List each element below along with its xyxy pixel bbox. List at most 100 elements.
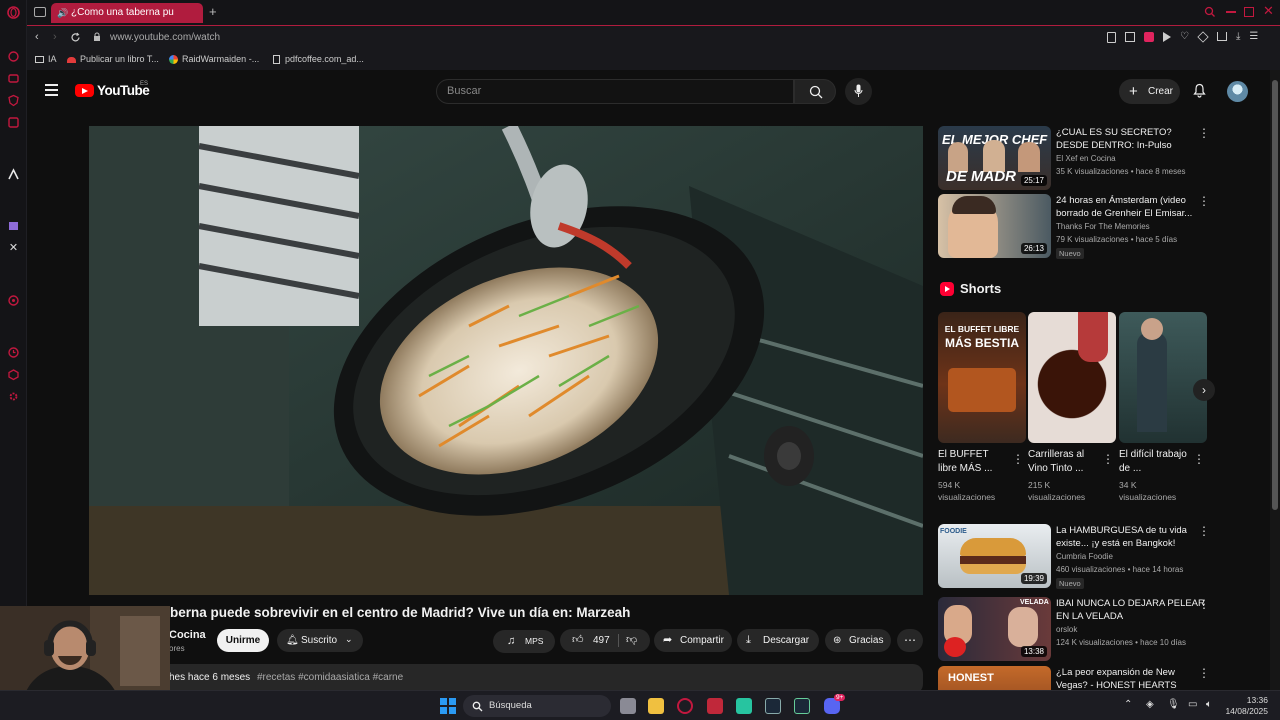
subscribed-button[interactable]: 🔔︎ Suscrito ⌄ <box>277 629 363 652</box>
app-green-icon[interactable] <box>736 698 752 714</box>
video-thumbnail[interactable]: FOODIE 19:39 <box>938 524 1051 588</box>
maximize-icon[interactable] <box>1244 7 1254 17</box>
thanks-button[interactable]: ⊛ Gracias <box>825 629 891 652</box>
video-thumbnail[interactable]: VELADA 13:38 <box>938 597 1051 661</box>
cube-icon[interactable] <box>7 368 20 381</box>
history-icon[interactable] <box>7 50 20 63</box>
search-input[interactable]: Buscar <box>436 79 794 104</box>
shield-icon[interactable] <box>7 94 20 107</box>
short-thumbnail[interactable] <box>1028 312 1116 443</box>
network-icon[interactable]: ▭ <box>1188 699 1197 710</box>
play-icon[interactable] <box>1163 32 1171 42</box>
video-title[interactable]: 24 horas en Ámsterdam (video borrado de … <box>1056 194 1206 220</box>
tray-chevron-up-icon[interactable]: ⌃ <box>1124 699 1132 710</box>
download-icon[interactable]: ⤓ <box>1236 32 1240 44</box>
heart-icon[interactable]: ♡ <box>1180 32 1189 44</box>
short-title[interactable]: El BUFFET libre MÁS ... <box>938 448 1010 476</box>
notifications-bell-icon[interactable] <box>1193 83 1206 98</box>
x-twitter-icon[interactable]: ✕ <box>7 242 20 255</box>
file-explorer-icon[interactable] <box>648 698 664 714</box>
bookmark-publicar[interactable]: Publicar un libro T... <box>67 54 159 64</box>
video-player[interactable] <box>89 126 923 595</box>
channel-name[interactable]: Cumbria Foodie <box>1056 552 1113 561</box>
menu-hamburger-icon[interactable] <box>45 84 58 96</box>
back-arrow-icon[interactable]: ‹ <box>35 31 39 43</box>
like-count[interactable]: 497 <box>593 629 610 652</box>
extensions-icon[interactable] <box>1197 31 1209 43</box>
like-icon[interactable]: 👍︎ <box>572 629 584 652</box>
page-scrollbar[interactable] <box>1270 70 1280 690</box>
description-tags[interactable]: #recetas #comidaasiatica #carne <box>257 672 403 683</box>
opera-logo-icon[interactable] <box>7 6 20 19</box>
clock-icon[interactable] <box>7 346 20 359</box>
channel-name[interactable]: Cocina <box>169 629 206 641</box>
more-options-icon[interactable]: ⋮ <box>1198 597 1210 611</box>
reload-icon[interactable] <box>70 32 81 43</box>
steam-alt-icon[interactable] <box>794 698 810 714</box>
new-tab-plus-icon[interactable]: + <box>209 4 217 19</box>
create-button[interactable]: + Crear <box>1119 79 1180 104</box>
video-title[interactable]: ¿La peor expansión de New Vegas? - HONES… <box>1056 666 1206 690</box>
more-actions-icon[interactable]: ⋯ <box>897 629 923 652</box>
short-item[interactable]: El difícil trabajo de ... 34 K visualiza… <box>1119 312 1207 503</box>
start-windows-icon[interactable] <box>440 698 456 714</box>
short-item[interactable]: Carrilleras al Vino Tinto ... 215 K visu… <box>1028 312 1116 503</box>
shorts-next-chevron-icon[interactable]: › <box>1193 379 1215 401</box>
mps-button[interactable]: ♫ MPS <box>493 630 555 653</box>
short-thumbnail[interactable]: EL BUFFET LIBRE MÁS BESTIA <box>938 312 1026 443</box>
tab-islands-icon[interactable] <box>34 7 46 17</box>
channel-name[interactable]: orslok <box>1056 625 1077 634</box>
download-button[interactable]: ⤓ Descargar <box>737 629 819 652</box>
video-thumbnail[interactable]: 26:13 <box>938 194 1051 258</box>
tab-active[interactable]: 🔊 ¿Como una taberna pu <box>51 3 203 23</box>
microphone-tray-icon[interactable]: 🎙︎ <box>1167 699 1180 710</box>
dislike-icon[interactable]: 👎︎ <box>626 629 637 652</box>
url-field[interactable]: www.youtube.com/watch <box>110 32 220 43</box>
steam-icon[interactable] <box>765 698 781 714</box>
tray-app-icon[interactable]: ◈ <box>1146 699 1154 710</box>
clock-date[interactable]: 14/08/2025 <box>1222 706 1268 716</box>
recommended-video[interactable]: EL MEJOR CHEF DE MADR 25:17 ¿CUAL ES SU … <box>938 126 1228 190</box>
speaker-icon[interactable]: 🔊 <box>57 3 68 23</box>
more-options-icon[interactable]: ⋮ <box>1198 524 1210 538</box>
short-title[interactable]: El difícil trabajo de ... <box>1119 448 1191 476</box>
share-button[interactable]: ➦ Compartir <box>654 629 732 652</box>
clock-time[interactable]: 13:36 <box>1226 695 1268 705</box>
news-icon[interactable] <box>7 116 20 129</box>
more-options-icon[interactable]: ⋮ <box>1102 452 1114 466</box>
video-title[interactable]: ¿CUAL ES SU SECRETO? DESDE DENTRO: In-Pu… <box>1056 126 1206 152</box>
pin-icon[interactable] <box>1107 32 1116 43</box>
channel-name[interactable]: Thanks For The Memories <box>1056 222 1150 231</box>
aria-icon[interactable] <box>7 168 20 181</box>
short-item[interactable]: EL BUFFET LIBRE MÁS BESTIA El BUFFET lib… <box>938 312 1026 503</box>
bookmark-raidwarmaiden[interactable]: RaidWarmaiden -... <box>169 54 259 65</box>
bookmark-pdfcoffee[interactable]: pdfcoffee.com_ad... <box>273 54 364 65</box>
task-view-icon[interactable] <box>620 698 636 714</box>
close-window-icon[interactable]: ✕ <box>1263 3 1274 19</box>
join-button[interactable]: Unirme <box>217 629 269 652</box>
more-options-icon[interactable]: ⋮ <box>1198 126 1210 140</box>
more-options-icon[interactable]: ⋮ <box>1193 452 1205 466</box>
taskbar-search[interactable]: Búsqueda <box>463 695 611 717</box>
shield-blocker-icon[interactable] <box>1144 32 1154 42</box>
recommended-video[interactable]: HONEST ¿La peor expansión de New Vegas? … <box>938 666 1228 690</box>
player-icon[interactable] <box>7 294 20 307</box>
recommended-video[interactable]: FOODIE 19:39 La HAMBURGUESA de tu vida e… <box>938 524 1228 589</box>
forward-arrow-icon[interactable]: › <box>53 31 57 43</box>
more-options-icon[interactable]: ⋮ <box>1198 194 1210 208</box>
twitch-icon[interactable] <box>7 220 20 233</box>
search-tabs-icon[interactable] <box>1204 6 1216 18</box>
description-box[interactable]: hes hace 6 meses #recetas #comidaasiatic… <box>147 664 923 690</box>
share-icon[interactable] <box>1216 32 1227 41</box>
opera-taskbar-icon[interactable] <box>677 698 693 714</box>
recommended-video[interactable]: VELADA 13:38 IBAI NUNCA LO DEJARA PELEAR… <box>938 597 1228 661</box>
snapshot-icon[interactable] <box>1125 32 1135 42</box>
more-options-icon[interactable]: ⋮ <box>1198 666 1210 680</box>
easy-setup-icon[interactable]: ☰ <box>1249 32 1258 44</box>
channel-name[interactable]: El Xef en Cocina <box>1056 154 1116 163</box>
scrollbar-thumb[interactable] <box>1272 80 1278 510</box>
search-button[interactable] <box>794 79 836 104</box>
short-thumbnail[interactable] <box>1119 312 1207 443</box>
recommended-video[interactable]: 26:13 24 horas en Ámsterdam (video borra… <box>938 194 1228 259</box>
video-title[interactable]: IBAI NUNCA LO DEJARA PELEAR EN LA VELADA <box>1056 597 1206 623</box>
